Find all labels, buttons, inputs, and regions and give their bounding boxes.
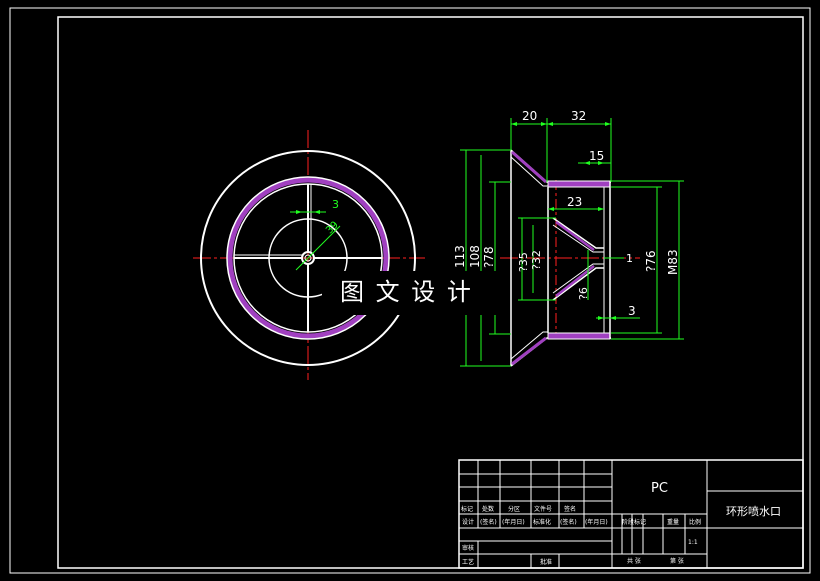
label-weight: 重量: [667, 518, 679, 526]
label-sign-paren2: (签名): [560, 518, 577, 526]
dim-arrow-a: [511, 122, 517, 126]
dim-3-arrow-right: [314, 210, 320, 214]
front-view: 3 39: [193, 130, 425, 380]
dim-m83-label: M83: [666, 249, 680, 275]
label-sign: 签名: [564, 505, 576, 513]
label-approve: 批准: [540, 558, 552, 566]
label-count: 处数: [482, 505, 494, 513]
nozzle-top: [552, 217, 604, 249]
section-view: 20 32 15 23 3 1 113 108 ?78 ?35 ?32 ?6 ?…: [453, 109, 684, 367]
label-standardize: 标准化: [533, 518, 551, 526]
material-label: PC: [651, 481, 668, 496]
watermark: 图 文 设 计: [322, 271, 500, 315]
dim-108-label: 108: [468, 245, 482, 268]
label-sheets-total: 共 张: [627, 557, 641, 565]
dim-23-arrow-l: [548, 207, 554, 211]
dim-6-label: ?6: [577, 287, 590, 300]
dim-3r-arrow-r: [610, 316, 616, 320]
label-docno: 文件号: [534, 505, 552, 513]
dim-113-label: 113: [453, 245, 467, 268]
dim-3r-label: 3: [628, 304, 636, 318]
dim-arrow-c: [547, 122, 553, 126]
watermark-text: 图 文 设 计: [340, 278, 473, 306]
dim-32-label: 32: [571, 109, 586, 123]
dim-arrow-d: [605, 122, 611, 126]
dim-15-label: 15: [589, 149, 604, 163]
dim-35-label: ?35: [517, 252, 530, 272]
dim-78-label: ?78: [482, 246, 496, 268]
dim-23-label: 23: [567, 195, 582, 209]
dim-3r-arrow-l: [598, 316, 604, 320]
dim-1-label: 1: [626, 252, 633, 265]
label-ratio: 比例: [689, 518, 701, 526]
dim-32v-label: ?32: [530, 250, 543, 270]
wall-top: [547, 180, 611, 188]
cone-inner-top: [510, 156, 548, 187]
label-zone: 分区: [508, 505, 520, 513]
dim-20-label: 20: [522, 109, 537, 123]
label-stage-mark: 阶段标记: [622, 518, 646, 526]
label-design: 设计: [462, 518, 474, 526]
label-date-paren2: (年月日): [585, 518, 608, 526]
label-sheet-no: 第 张: [670, 557, 684, 565]
drawing-canvas: 3 39 20 32 15 23 3 1 113 108 ?78 ?35 ?32…: [9, 7, 811, 574]
dim-arrow-b: [541, 122, 547, 126]
label-review: 审核: [462, 544, 474, 552]
nozzle-hatch-top: [555, 220, 595, 252]
dim-3-arrow-left: [296, 210, 302, 214]
label-sign-paren: (签名): [480, 518, 497, 526]
wall-bottom: [547, 332, 611, 340]
title-block-text: PC 环形喷水口 1:1 标记 处数 分区 文件号 签名 设计 (签名) (年月…: [461, 481, 781, 566]
dim-76-label: ?76: [644, 250, 658, 272]
label-mark: 标记: [461, 505, 473, 513]
scale-value: 1:1: [688, 539, 698, 546]
dim-23-arrow-r: [598, 207, 604, 211]
cone-hatch-top: [511, 150, 547, 184]
part-name: 环形喷水口: [726, 505, 781, 518]
cone-hatch-bottom: [511, 336, 547, 366]
dim-3-label: 3: [332, 198, 339, 211]
label-process: 工艺: [462, 558, 474, 566]
cone-inner-bottom: [510, 331, 548, 360]
label-date-paren: (年月日): [502, 518, 525, 526]
